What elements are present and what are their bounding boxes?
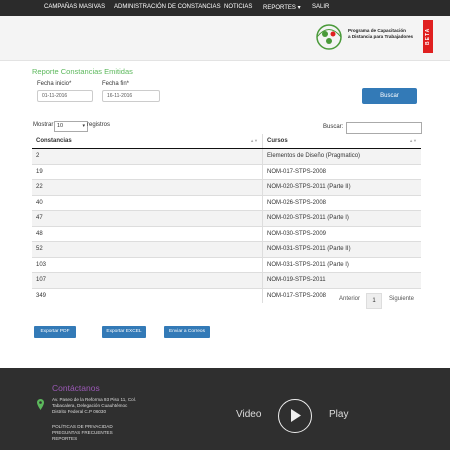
cell-constancias: 2	[32, 148, 263, 164]
cell-curso: NOM-019-STPS-2011	[262, 272, 421, 288]
play-icon	[291, 409, 301, 422]
table-row: 47 NOM-020-STPS-2011 (Parte I)	[32, 210, 421, 226]
link-reportes[interactable]: REPORTES	[52, 436, 113, 442]
page-size-select[interactable]: 10 ▾	[54, 121, 88, 132]
pagination-previous[interactable]: Anterior	[339, 296, 360, 302]
address-line: Distrito Federal C.P 06030	[52, 409, 107, 414]
fecha-inicio-input[interactable]: 01-11-2016	[37, 90, 93, 102]
footer-contact-title: Contáctanos	[52, 383, 100, 393]
nav-noticias[interactable]: NOTICIAS	[224, 4, 252, 10]
cell-constancias: 107	[32, 272, 263, 288]
search-label: Buscar:	[323, 124, 344, 130]
pagination-next[interactable]: Siguiente	[389, 296, 414, 302]
fecha-fin-input[interactable]: 16-11-2016	[102, 90, 160, 102]
export-excel-button[interactable]: Exportar EXCEL	[102, 326, 146, 338]
cell-constancias: 19	[32, 163, 263, 180]
video-play-button[interactable]	[278, 399, 312, 433]
logo-emblem-icon	[316, 24, 342, 50]
cell-curso: NOM-031-STPS-2011 (Parte II)	[262, 241, 421, 257]
cell-curso: NOM-020-STPS-2011 (Parte II)	[262, 179, 421, 195]
table-row: 19 NOM-017-STPS-2008	[32, 163, 421, 180]
logo-line-2: a Distancia para Trabajadores	[348, 34, 414, 39]
top-navbar: CAMPAÑAS MASIVAS ADMINISTRACIÓN DE CONST…	[0, 0, 450, 16]
table-row: 22 NOM-020-STPS-2011 (Parte II)	[32, 179, 421, 195]
cell-curso: NOM-030-STPS-2009	[262, 225, 421, 242]
cell-constancias: 47	[32, 210, 263, 226]
nav-reportes[interactable]: REPORTES ▾	[263, 4, 301, 11]
fecha-inicio-label: Fecha inicio*	[37, 81, 72, 87]
footer-address: Av. Paseo de la Reforma 93 Piso 11, Col.…	[52, 397, 136, 415]
table-row: 103 NOM-031-STPS-2011 (Parte I)	[32, 256, 421, 273]
cell-constancias: 22	[32, 179, 263, 195]
registros-label: registros	[87, 122, 111, 128]
cell-curso: NOM-020-STPS-2011 (Parte I)	[262, 210, 421, 226]
cell-curso: NOM-026-STPS-2008	[262, 194, 421, 211]
table-row: 107 NOM-019-STPS-2011	[32, 272, 421, 288]
table-row: 2 Elementos de Diseño (Pragmatico)	[32, 148, 421, 164]
sort-icon: ▲▼	[250, 138, 258, 143]
page-title: Reporte Constancias Emitidas	[32, 67, 133, 76]
program-logo: Programa de Capacitación a Distancia par…	[312, 20, 434, 54]
video-label: Video	[236, 409, 262, 420]
column-header-cursos[interactable]: Cursos ▲▼	[262, 134, 421, 149]
column-header-label: Cursos	[267, 138, 288, 144]
nav-campanas-masivas[interactable]: CAMPAÑAS MASIVAS	[44, 4, 105, 10]
search-input[interactable]	[346, 122, 422, 134]
play-label: Play	[329, 409, 349, 420]
table-row: 349 NOM-017-STPS-2008	[32, 287, 421, 303]
cell-constancias: 349	[32, 287, 263, 303]
nav-reportes-label: REPORTES	[263, 5, 296, 11]
pagination-page-1[interactable]: 1	[366, 293, 382, 309]
chevron-down-icon: ▾	[297, 5, 301, 11]
table-header-row: Constancias ▲▼ Cursos ▲▼	[32, 134, 421, 149]
column-header-constancias[interactable]: Constancias ▲▼	[32, 134, 263, 149]
beta-badge: BETA	[423, 20, 433, 53]
cell-constancias: 48	[32, 225, 263, 242]
cell-curso: Elementos de Diseño (Pragmatico)	[262, 148, 421, 164]
nav-salir[interactable]: SALIR	[312, 4, 329, 10]
column-header-label: Constancias	[36, 138, 72, 144]
cell-curso: NOM-017-STPS-2008	[262, 163, 421, 180]
constancias-table: Constancias ▲▼ Cursos ▲▼ 2 Elementos de Dis…	[32, 134, 421, 303]
location-pin-icon	[37, 399, 44, 410]
fecha-fin-label: Fecha fin*	[102, 81, 130, 87]
buscar-button[interactable]: Buscar	[362, 88, 417, 104]
cell-constancias: 40	[32, 194, 263, 211]
mostrar-label: Mostrar	[33, 122, 54, 128]
nav-administracion-constancias[interactable]: ADMINISTRACIÓN DE CONSTANCIAS	[114, 4, 221, 10]
cell-curso: NOM-031-STPS-2011 (Parte I)	[262, 256, 421, 273]
sort-icon: ▲▼	[409, 138, 417, 143]
logo-text: Programa de Capacitación a Distancia par…	[348, 28, 413, 40]
cell-constancias: 52	[32, 241, 263, 257]
chevron-down-icon: ▾	[82, 123, 85, 129]
export-pdf-button[interactable]: Exportar PDF	[34, 326, 76, 338]
page-size-value: 10	[57, 123, 64, 129]
table-row: 40 NOM-026-STPS-2008	[32, 194, 421, 211]
send-email-button[interactable]: Enviar a Correos	[164, 326, 210, 338]
table-row: 52 NOM-031-STPS-2011 (Parte II)	[32, 241, 421, 257]
cell-constancias: 103	[32, 256, 263, 273]
footer-links: POLÍTICAS DE PRIVACIDAD PREGUNTAS FRECUE…	[52, 424, 113, 442]
table-row: 48 NOM-030-STPS-2009	[32, 225, 421, 242]
